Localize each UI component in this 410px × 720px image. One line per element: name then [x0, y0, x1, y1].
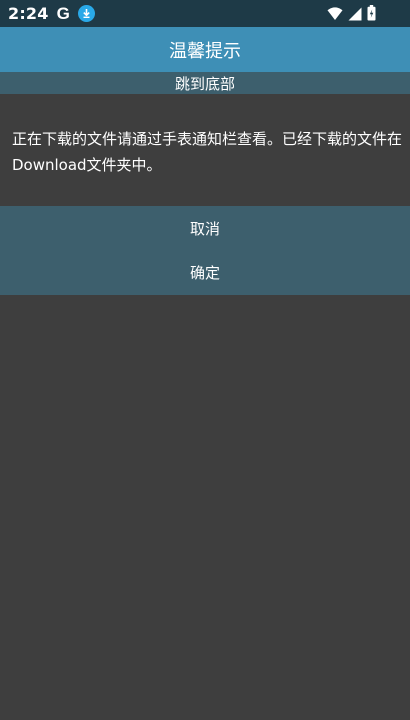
jump-to-bottom-button[interactable]: 跳到底部	[0, 72, 410, 94]
confirm-button[interactable]: 确定	[0, 250, 410, 294]
status-icons	[327, 5, 376, 25]
dialog-buttons: 取消 确定	[0, 206, 410, 295]
jump-to-bottom-label: 跳到底部	[174, 74, 235, 93]
google-g-icon: G	[56, 3, 70, 23]
battery-icon	[367, 5, 376, 25]
title-bar: 温馨提示	[0, 27, 410, 72]
download-icon	[77, 5, 95, 22]
cancel-button-label: 取消	[189, 219, 220, 238]
signal-icon	[348, 6, 362, 25]
status-time: 2:24	[8, 4, 49, 23]
dialog-title: 温馨提示	[169, 40, 241, 62]
wifi-icon	[327, 6, 343, 25]
dialog-message: 正在下载的文件请通过手表通知栏查看。已经下载的文件在Download文件夹中。	[12, 130, 403, 174]
confirm-button-label: 确定	[189, 263, 220, 282]
cancel-button[interactable]: 取消	[0, 206, 410, 250]
status-bar: 2:24 G	[0, 0, 410, 27]
screen: 2:24 G 温馨提示 跳到底部 正在下载的文件请通过手表通知栏查看。已经下载的…	[0, 0, 410, 720]
